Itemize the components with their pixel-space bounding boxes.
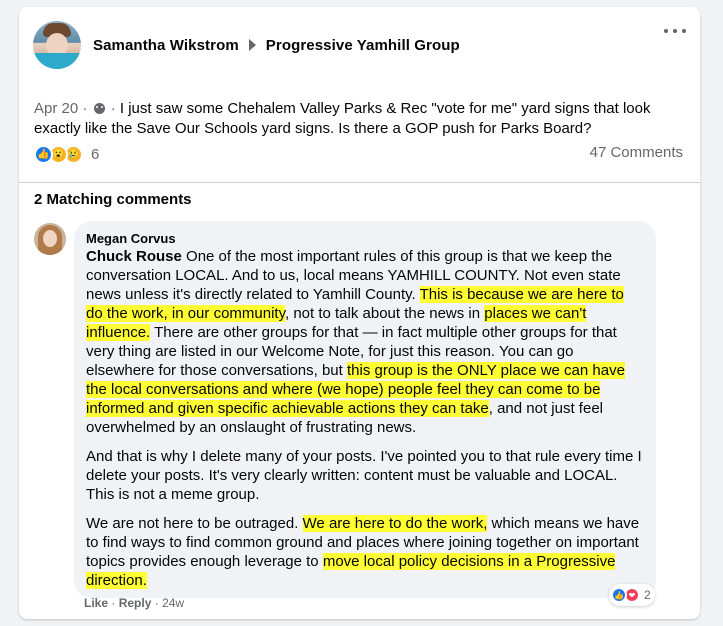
post-attribution: Samantha Wikstrom Progressive Yamhill Gr…	[93, 37, 460, 54]
reply-button[interactable]: Reply	[119, 596, 152, 610]
comment-text: Chuck Rouse One of the most important ru…	[86, 247, 644, 590]
post-card: Samantha Wikstrom Progressive Yamhill Gr…	[19, 7, 700, 619]
caret-right-icon	[248, 39, 256, 51]
meta-separator: ·	[82, 100, 88, 117]
post-text: I just saw some Chehalem Valley Parks & …	[34, 100, 651, 137]
p3-highlighted-text: We are here to do the work,	[302, 515, 488, 532]
action-separator: ·	[111, 596, 116, 610]
post-date[interactable]: Apr 20	[34, 100, 78, 117]
audience-icon[interactable]	[93, 103, 105, 114]
more-options-icon[interactable]	[664, 21, 686, 41]
reaction-count[interactable]: 6	[91, 146, 99, 163]
comment-actions: Like · Reply · 24w	[84, 596, 184, 610]
commenter-avatar[interactable]	[34, 223, 66, 255]
comment-paragraph-3: We are not here to be outraged. We are h…	[86, 514, 644, 590]
comment-bubble: Megan Corvus Chuck Rouse One of the most…	[74, 221, 656, 598]
author-name-link[interactable]: Samantha Wikstrom	[93, 37, 239, 54]
comment-paragraph-2: And that is why I delete many of your po…	[86, 448, 642, 503]
author-avatar[interactable]	[33, 21, 81, 69]
mention-link[interactable]: Chuck Rouse	[86, 248, 182, 265]
like-icon: 👍	[611, 587, 627, 603]
divider	[19, 182, 700, 183]
post-header: Samantha Wikstrom Progressive Yamhill Gr…	[33, 21, 686, 69]
group-name-link[interactable]: Progressive Yamhill Group	[266, 37, 460, 54]
action-separator-2: ·	[154, 596, 159, 610]
comments-count-link[interactable]: 47 Comments	[590, 144, 683, 161]
post-content: Apr 20 · · I just saw some Chehalem Vall…	[34, 99, 664, 139]
p1-text: , not to talk about the news in	[284, 305, 485, 322]
like-button[interactable]: Like	[84, 596, 108, 610]
like-icon: 👍	[34, 144, 53, 164]
p1-highlighted-text: given specific achievable actions they c…	[177, 400, 489, 417]
comment-age[interactable]: 24w	[162, 596, 184, 610]
comment-reactions[interactable]: 👍 ❤ 2	[609, 584, 655, 606]
comment-author-link[interactable]: Megan Corvus	[86, 231, 644, 247]
p3-text: We are not here to be outraged.	[86, 515, 303, 532]
comment-reaction-count: 2	[644, 588, 651, 602]
matching-comments-heading: 2 Matching comments	[34, 191, 192, 208]
comment-paragraph-1: Chuck Rouse One of the most important ru…	[86, 247, 644, 437]
meta-separator-2: ·	[110, 100, 116, 117]
post-reactions[interactable]: 👍 😮 😢 6	[34, 144, 99, 164]
